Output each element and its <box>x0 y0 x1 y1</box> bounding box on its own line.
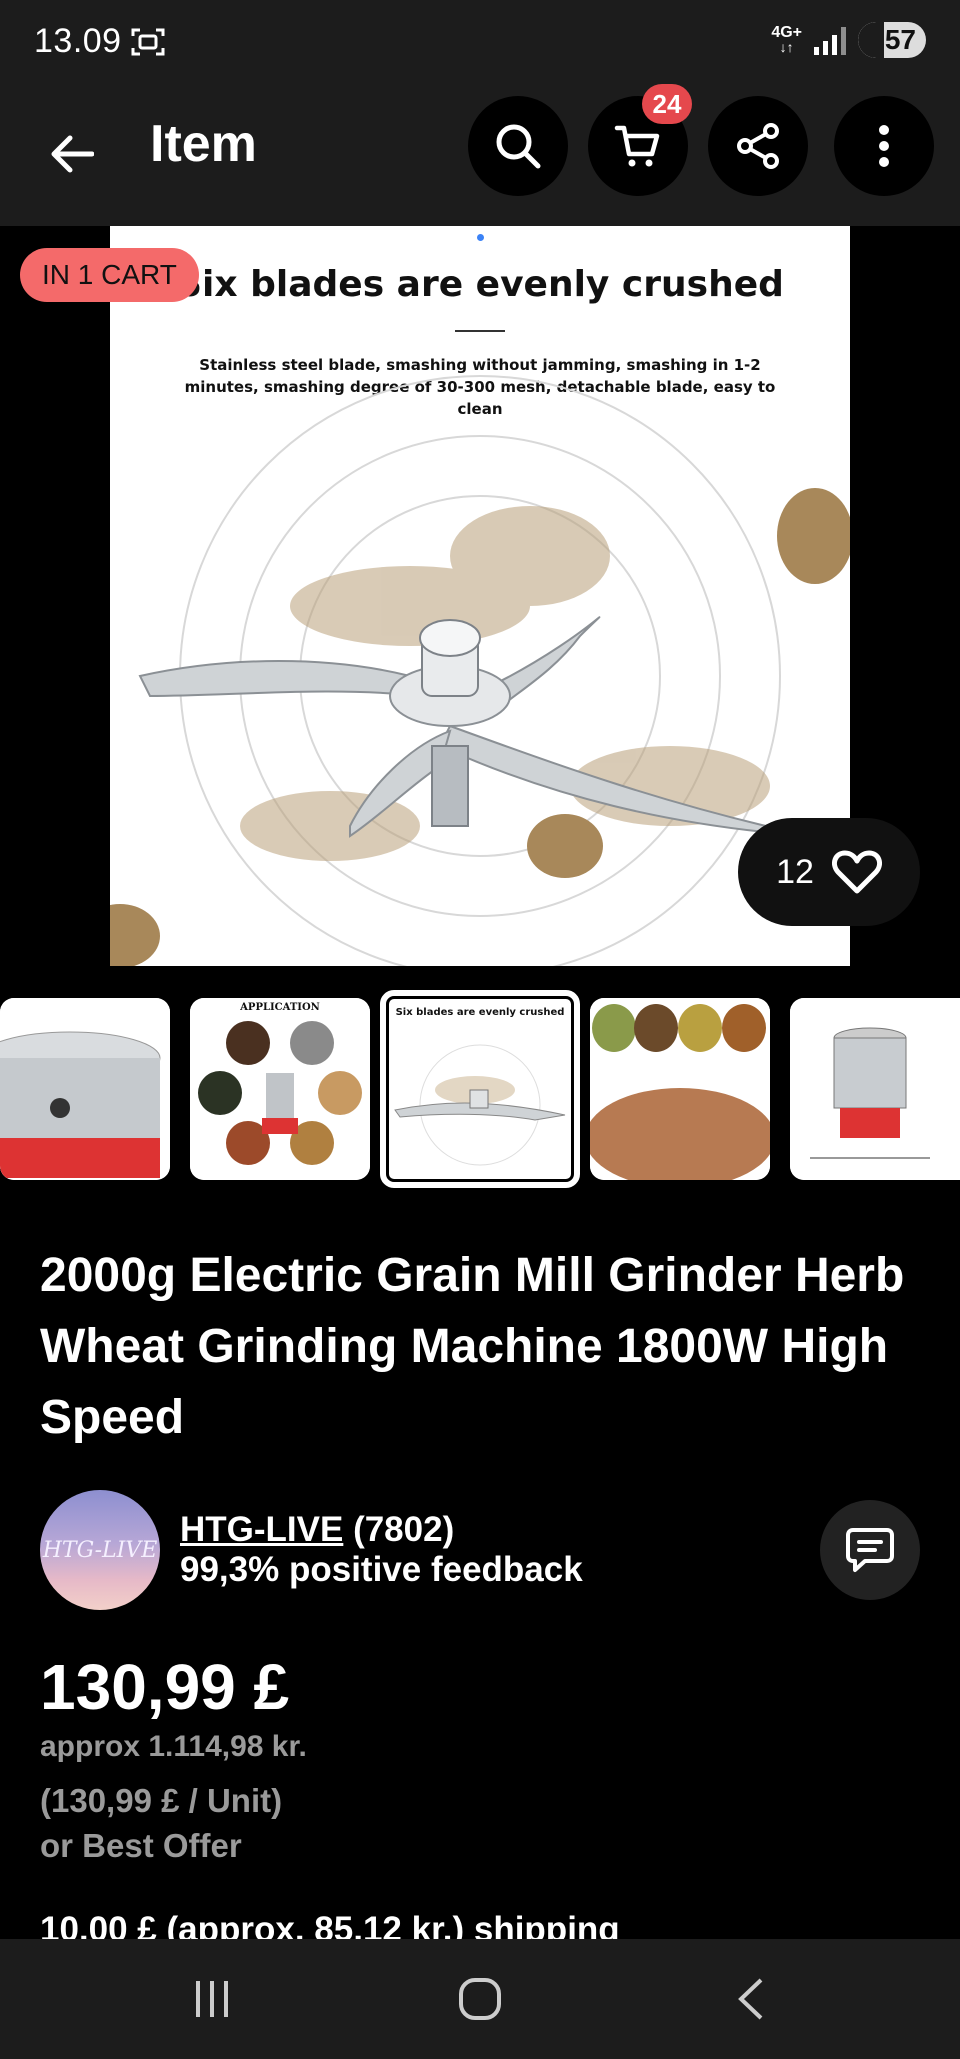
recent-apps-button[interactable] <box>172 1969 252 2029</box>
seller-rating-count: (7802) <box>353 1510 455 1549</box>
status-time: 13.09 <box>34 22 122 60</box>
thumbnail-item-selected[interactable]: Six blades are evenly crushed <box>380 990 580 1188</box>
arrow-left-icon <box>51 135 94 173</box>
system-navigation-bar <box>0 1939 960 2059</box>
thumbnail-item[interactable] <box>0 998 170 1180</box>
recent-apps-icon <box>196 1981 228 2017</box>
home-icon <box>459 1978 501 2020</box>
status-bar: 13.09 4G+ ↓↑ 57 <box>0 0 960 86</box>
price-approx: approx 1.114,98 kr. <box>40 1730 307 1763</box>
cart-icon <box>614 125 660 167</box>
thumbnail-item[interactable] <box>590 998 770 1180</box>
image-headline: Six blades are evenly crushed <box>176 264 784 305</box>
seller-name-row: HTG-LIVE (7802) <box>180 1510 454 1550</box>
network-indicator: 4G+ ↓↑ <box>771 24 802 55</box>
thumbnail-item[interactable] <box>790 998 960 1180</box>
best-offer-label: or Best Offer <box>40 1827 242 1864</box>
screenshot-icon <box>131 28 165 56</box>
seller-avatar[interactable]: HTG-LIVE <box>40 1490 160 1610</box>
seller-feedback: 99,3% positive feedback <box>180 1550 583 1589</box>
home-button[interactable] <box>440 1969 520 2029</box>
more-options-button[interactable] <box>834 96 934 196</box>
search-icon <box>496 124 541 169</box>
like-count: 12 <box>776 852 814 891</box>
watchlist-button[interactable]: 12 <box>738 818 920 926</box>
contact-seller-button[interactable] <box>820 1500 920 1600</box>
product-title: 2000g Electric Grain Mill Grinder Herb W… <box>40 1249 905 1444</box>
chat-icon <box>846 1528 894 1572</box>
battery-indicator: 57 <box>858 22 926 58</box>
thumbnail-strip[interactable]: APPLICATION Six blades are evenly crushe… <box>0 990 960 1190</box>
signal-icon <box>814 25 846 55</box>
seller-info: HTG-LIVE HTG-LIVE (7802) 99,3% positive … <box>40 1488 920 1610</box>
product-image-carousel[interactable]: Six blades are evenly crushed Stainless … <box>0 226 960 966</box>
svg-text:APPLICATION: APPLICATION <box>239 1002 320 1013</box>
svg-text:Six blades are evenly crushed: Six blades are evenly crushed <box>396 1007 565 1018</box>
heart-icon <box>831 850 882 894</box>
in-cart-badge: IN 1 CART <box>20 248 199 302</box>
search-button[interactable] <box>468 96 568 196</box>
item-price: 130,99 £ <box>40 1651 290 1723</box>
app-header: Item 24 <box>0 84 960 226</box>
cart-count-badge: 24 <box>642 84 692 124</box>
chevron-left-icon <box>738 1978 763 2020</box>
thumbnail-item[interactable]: APPLICATION <box>190 998 370 1180</box>
share-button[interactable] <box>708 96 808 196</box>
carousel-indicator <box>477 234 484 241</box>
unit-price: (130,99 £ / Unit) <box>40 1782 283 1819</box>
back-button[interactable] <box>40 122 104 186</box>
product-main-image: Six blades are evenly crushed Stainless … <box>110 226 850 966</box>
cart-button[interactable]: 24 <box>588 84 692 196</box>
share-icon <box>737 123 779 169</box>
back-nav-button[interactable] <box>710 1969 790 2029</box>
seller-name-link[interactable]: HTG-LIVE <box>180 1510 343 1549</box>
page-title: Item <box>150 115 257 173</box>
more-vertical-icon <box>879 125 889 167</box>
image-caption: Stainless steel blade, smashing without … <box>184 356 776 414</box>
